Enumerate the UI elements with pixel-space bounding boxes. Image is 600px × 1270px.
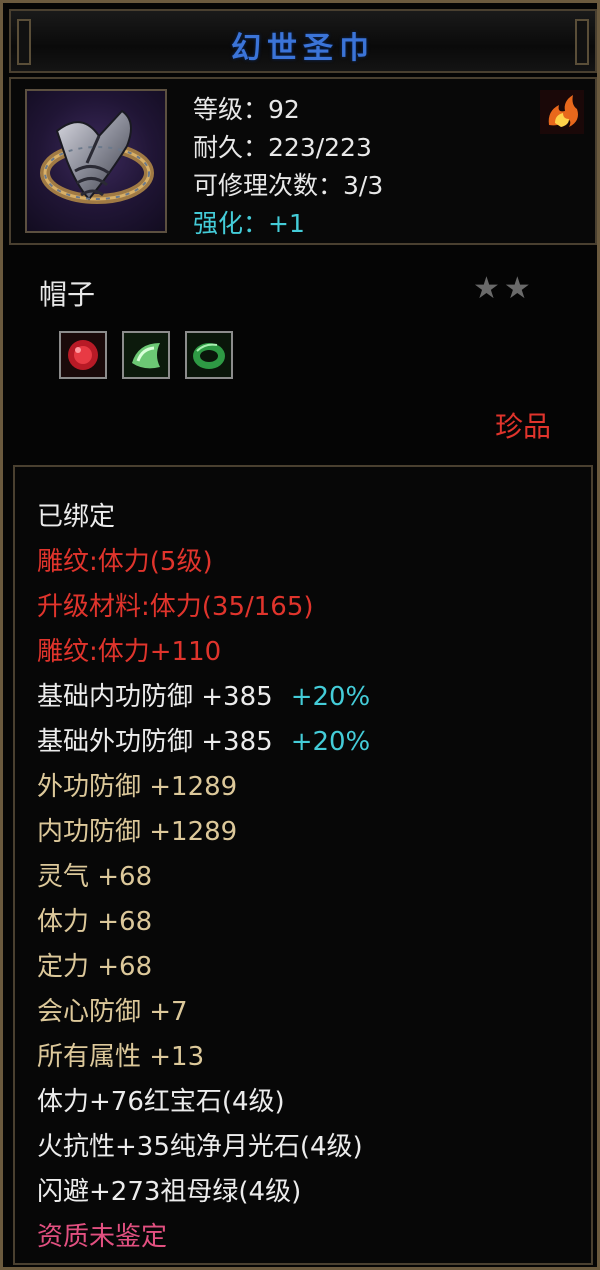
attribute-carving-level: 雕纹:体力(5级) (37, 547, 213, 577)
attribute-gem-moonstone: 火抗性+35纯净月光石(4级) (37, 1132, 363, 1162)
ruby-gem-icon[interactable] (59, 331, 107, 379)
attribute-focus: 定力 +68 (37, 952, 153, 982)
star-rating: ★★ (473, 271, 535, 306)
attribute-aptitude: 资质未鉴定 (37, 1222, 168, 1252)
attribute-all-stats: 所有属性 +13 (37, 1042, 205, 1072)
enhance-row: 强化：+1 (193, 205, 383, 243)
durability-value: 223/223 (268, 133, 372, 162)
attribute-base-outer-defense: 基础外功防御 +385 +20% (37, 727, 371, 757)
attribute-upgrade-material: 升级材料:体力(35/165) (37, 592, 314, 622)
repair-value: 3/3 (343, 171, 384, 200)
attribute-stamina: 体力 +68 (37, 907, 153, 937)
level-label: 等级： (193, 95, 269, 124)
enhance-value: +1 (268, 209, 305, 238)
attribute-crit-defense: 会心防御 +7 (37, 997, 188, 1027)
enhance-label: 强化： (193, 209, 269, 238)
item-name: 幻世圣巾 (231, 31, 375, 66)
attribute-outer-defense: 外功防御 +1289 (37, 772, 238, 802)
durability-row: 耐久：223/223 (193, 129, 383, 167)
attribute-spirit: 灵气 +68 (37, 862, 153, 892)
attribute-panel: 已绑定 雕纹:体力(5级) 升级材料:体力(35/165) 雕纹:体力+110 … (13, 465, 593, 1265)
attribute-gem-emerald: 闪避+273祖母绿(4级) (37, 1177, 302, 1207)
emerald-gem-icon[interactable] (185, 331, 233, 379)
attribute-inner-defense: 内功防御 +1289 (37, 817, 238, 847)
item-tooltip: 幻世圣巾 等级：92 耐久：223/223 可修理次数：3/3 强化：+1 帽子… (0, 0, 600, 1270)
item-header: 等级：92 耐久：223/223 可修理次数：3/3 强化：+1 (9, 77, 597, 245)
rarity-label: 珍品 (495, 410, 552, 443)
repair-label: 可修理次数： (193, 171, 344, 200)
level-value: 92 (268, 95, 300, 124)
attribute-bound: 已绑定 (37, 502, 116, 532)
item-type: 帽子 (39, 278, 96, 311)
attribute-base-inner-defense: 基础内功防御 +385 +20% (37, 682, 371, 712)
durability-label: 耐久： (193, 133, 269, 162)
item-info: 等级：92 耐久：223/223 可修理次数：3/3 强化：+1 (193, 91, 383, 243)
attribute-list: 已绑定 雕纹:体力(5级) 升级材料:体力(35/165) 雕纹:体力+110 … (37, 495, 370, 1260)
title-bar-right-ornament (575, 19, 589, 65)
level-row: 等级：92 (193, 91, 383, 129)
title-bar: 幻世圣巾 (9, 9, 597, 73)
moonstone-gem-icon[interactable] (122, 331, 170, 379)
repair-row: 可修理次数：3/3 (193, 167, 383, 205)
helmet-icon (25, 89, 167, 233)
attribute-carving-bonus: 雕纹:体力+110 (37, 637, 222, 667)
attribute-gem-ruby: 体力+76红宝石(4级) (37, 1087, 285, 1117)
flame-icon (539, 89, 585, 135)
